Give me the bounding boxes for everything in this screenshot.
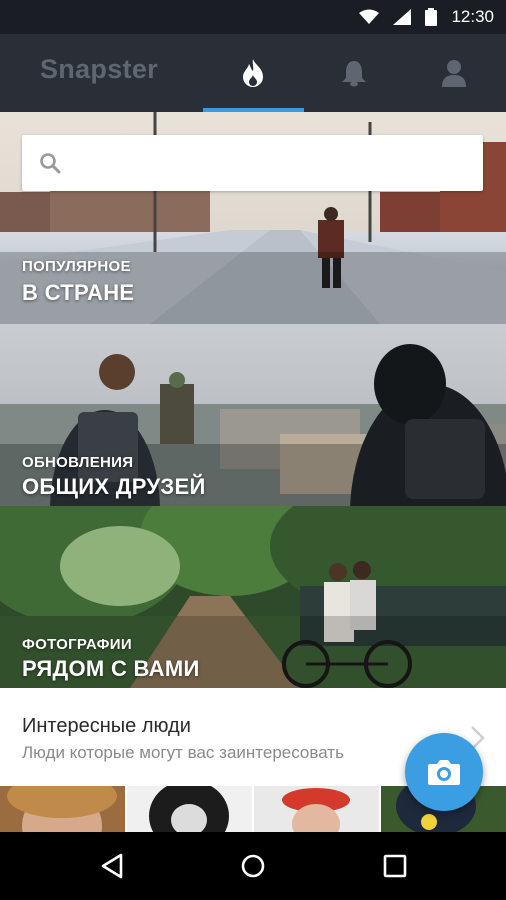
status-bar: 12:30 [0, 0, 506, 34]
back-button[interactable] [90, 844, 134, 888]
flame-icon [243, 59, 263, 87]
search-box[interactable] [22, 135, 483, 191]
tab-notifications[interactable] [304, 34, 404, 112]
home-button[interactable] [231, 844, 275, 888]
recents-button[interactable] [373, 844, 417, 888]
card-popular-in-country[interactable]: ПОПУЛЯРНОЕ В СТРАНЕ [0, 112, 506, 324]
app-title: Snapster [40, 54, 158, 84]
search-input[interactable] [82, 135, 472, 191]
camera-icon [428, 760, 460, 785]
clock: 12:30 [451, 7, 494, 26]
signal-icon [393, 9, 412, 25]
card-subtitle: ОБНОВЛЕНИЯ [22, 454, 134, 471]
card-title: В СТРАНЕ [22, 280, 135, 305]
section-title: Интересные люди [22, 715, 191, 737]
back-icon [101, 853, 123, 879]
tab-popular[interactable] [203, 34, 303, 112]
feed[interactable]: ПОПУЛЯРНОЕ В СТРАНЕ ОБНОВЛЕНИЯ ОБЩИХ ДРУ… [0, 112, 506, 832]
card-photos-nearby[interactable]: ФОТОГРАФИИ РЯДОМ С ВАМИ [0, 506, 506, 688]
home-icon [241, 854, 265, 878]
camera-button[interactable] [405, 733, 483, 811]
recents-icon [383, 854, 407, 878]
person-thumbnail[interactable] [254, 786, 379, 832]
bell-icon [342, 61, 366, 87]
system-nav-bar [0, 832, 506, 900]
section-subtitle: Люди которые могут вас заинтересовать [22, 743, 344, 762]
card-title: ОБЩИХ ДРУЗЕЙ [22, 474, 206, 499]
card-subtitle: ФОТОГРАФИИ [22, 636, 132, 653]
search-icon [40, 153, 61, 174]
app-bar: Snapster [0, 34, 506, 112]
card-subtitle: ПОПУЛЯРНОЕ [22, 258, 131, 275]
tab-profile[interactable] [404, 34, 504, 112]
wifi-icon [359, 9, 380, 24]
person-thumbnail[interactable] [127, 786, 252, 832]
person-thumbnail[interactable] [0, 786, 125, 832]
card-title: РЯДОМ С ВАМИ [22, 656, 200, 681]
person-icon [442, 60, 466, 87]
card-mutual-friends-updates[interactable]: ОБНОВЛЕНИЯ ОБЩИХ ДРУЗЕЙ [0, 324, 506, 506]
battery-icon [425, 8, 438, 26]
